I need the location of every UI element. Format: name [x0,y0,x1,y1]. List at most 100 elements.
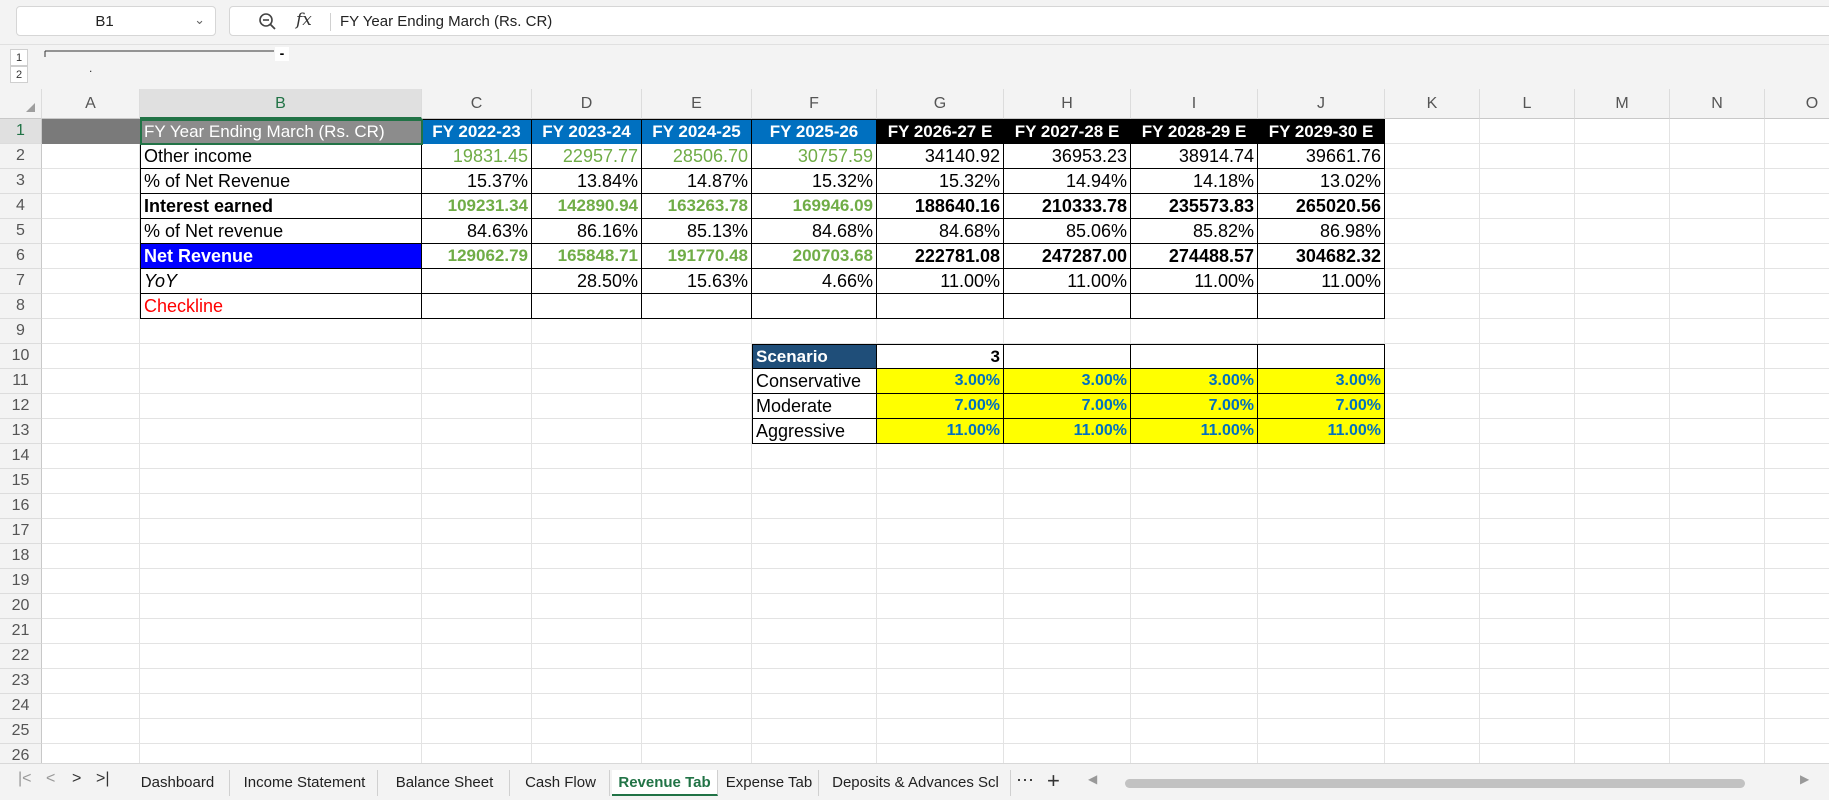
spreadsheet-grid[interactable]: ABCDEFGHIJKLMNO 1 2 3 4 5 6 7 8 9 10 11 12 13 14 15 16 1… [0,89,1829,763]
zoom-out-icon[interactable] [258,12,278,37]
cell-j6[interactable]: 304682.32 [1258,244,1385,269]
col-header-g[interactable]: G [877,89,1004,119]
row-header-17[interactable]: 17 [0,519,42,544]
outline-level-1-button[interactable]: 1 [10,49,28,66]
cell-c3[interactable]: 15.37% [422,169,532,194]
row-header-9[interactable]: 9 [0,319,42,344]
col-header-i[interactable]: I [1131,89,1258,119]
cell-h11[interactable]: 3.00% [1004,369,1131,394]
cell-j1-year[interactable]: FY 2029-30 E [1258,119,1385,144]
cell-i6[interactable]: 274488.57 [1131,244,1258,269]
cell-i7[interactable]: 11.00% [1131,269,1258,294]
function-icon[interactable]: fx [296,10,312,30]
cell-e8[interactable] [642,294,752,319]
cell-g6[interactable]: 222781.08 [877,244,1004,269]
col-header-l[interactable]: L [1480,89,1575,119]
first-sheet-icon[interactable]: |< [18,770,32,788]
cell-e2[interactable]: 28506.70 [642,144,752,169]
cell-d2[interactable]: 22957.77 [532,144,642,169]
cell-j8[interactable] [1258,294,1385,319]
cell-f5[interactable]: 84.68% [752,219,877,244]
col-header-d[interactable]: D [532,89,642,119]
col-header-o[interactable]: O [1765,89,1829,119]
cell-f10-scenario-label[interactable]: Scenario [752,344,877,369]
col-header-b[interactable]: B [140,89,422,119]
cell-d7[interactable]: 28.50% [532,269,642,294]
cell-e1-year[interactable]: FY 2024-25 [642,119,752,144]
cell-f8[interactable] [752,294,877,319]
cell-h2[interactable]: 36953.23 [1004,144,1131,169]
row-header-20[interactable]: 20 [0,594,42,619]
cell-b7-label[interactable]: YoY [140,269,422,294]
cell-c1-year[interactable]: FY 2022-23 [422,119,532,144]
sheet-tab-revenue-tab[interactable]: Revenue Tab [612,770,718,796]
cell-i4[interactable]: 235573.83 [1131,194,1258,219]
cell-h13[interactable]: 11.00% [1004,419,1131,444]
cell-i5[interactable]: 85.82% [1131,219,1258,244]
cell-i13[interactable]: 11.00% [1131,419,1258,444]
cell-h3[interactable]: 14.94% [1004,169,1131,194]
cell-b5-label[interactable]: % of Net revenue [140,219,422,244]
outline-level-2-button[interactable]: 2 [10,66,28,83]
cell-c5[interactable]: 84.63% [422,219,532,244]
scroll-left-icon[interactable]: ◀ [1088,772,1097,786]
cell-b6-label[interactable]: Net Revenue [140,244,422,269]
cell-h7[interactable]: 11.00% [1004,269,1131,294]
cell-c7[interactable] [422,269,532,294]
row-header-15[interactable]: 15 [0,469,42,494]
cell-i11[interactable]: 3.00% [1131,369,1258,394]
cell-j12[interactable]: 7.00% [1258,394,1385,419]
formula-bar[interactable]: fx FY Year Ending March (Rs. CR) [229,6,1829,36]
cell-i8[interactable] [1131,294,1258,319]
row-header-10[interactable]: 10 [0,344,42,369]
cell-j5[interactable]: 86.98% [1258,219,1385,244]
cell-f6[interactable]: 200703.68 [752,244,877,269]
row-header-24[interactable]: 24 [0,694,42,719]
row-header-22[interactable]: 22 [0,644,42,669]
cell-h10[interactable] [1004,344,1131,369]
cell-f3[interactable]: 15.32% [752,169,877,194]
cell-h6[interactable]: 247287.00 [1004,244,1131,269]
cell-i10[interactable] [1131,344,1258,369]
formula-input[interactable]: FY Year Ending March (Rs. CR) [340,13,552,30]
cell-d8[interactable] [532,294,642,319]
cell-d4[interactable]: 142890.94 [532,194,642,219]
sheet-tab-balance-sheet[interactable]: Balance Sheet [380,770,510,796]
col-header-k[interactable]: K [1385,89,1480,119]
row-header-8[interactable]: 8 [0,294,42,319]
cell-g3[interactable]: 15.32% [877,169,1004,194]
cell-f11-label[interactable]: Conservative [752,369,877,394]
cell-b4-label[interactable]: Interest earned [140,194,422,219]
cell-i12[interactable]: 7.00% [1131,394,1258,419]
cell-f7[interactable]: 4.66% [752,269,877,294]
cell-b8-label[interactable]: Checkline [140,294,422,319]
cell-e7[interactable]: 15.63% [642,269,752,294]
row-header-26[interactable]: 26 [0,744,42,763]
row-header-16[interactable]: 16 [0,494,42,519]
row-header-13[interactable]: 13 [0,419,42,444]
col-header-c[interactable]: C [422,89,532,119]
cell-g11[interactable]: 3.00% [877,369,1004,394]
col-header-j[interactable]: J [1258,89,1385,119]
cell-a1[interactable] [42,119,140,144]
horizontal-scrollbar[interactable] [1125,779,1745,788]
cell-g2[interactable]: 34140.92 [877,144,1004,169]
cell-h12[interactable]: 7.00% [1004,394,1131,419]
cell-e3[interactable]: 14.87% [642,169,752,194]
sheet-tab-dashboard[interactable]: Dashboard [126,770,230,796]
cell-j13[interactable]: 11.00% [1258,419,1385,444]
cell-g5[interactable]: 84.68% [877,219,1004,244]
select-all-corner[interactable] [0,89,42,119]
row-header-7[interactable]: 7 [0,269,42,294]
cell-f4[interactable]: 169946.09 [752,194,877,219]
cell-h4[interactable]: 210333.78 [1004,194,1131,219]
cell-j3[interactable]: 13.02% [1258,169,1385,194]
cell-e5[interactable]: 85.13% [642,219,752,244]
row-header-5[interactable]: 5 [0,219,42,244]
sheet-tab-deposits-advances-scl[interactable]: Deposits & Advances Scl [821,770,1011,796]
outline-collapse-button[interactable]: - [275,46,289,61]
prev-sheet-icon[interactable]: < [46,770,55,788]
col-header-a[interactable]: A [42,89,140,119]
col-header-n[interactable]: N [1670,89,1765,119]
sheet-tab-cash-flow[interactable]: Cash Flow [512,770,610,796]
